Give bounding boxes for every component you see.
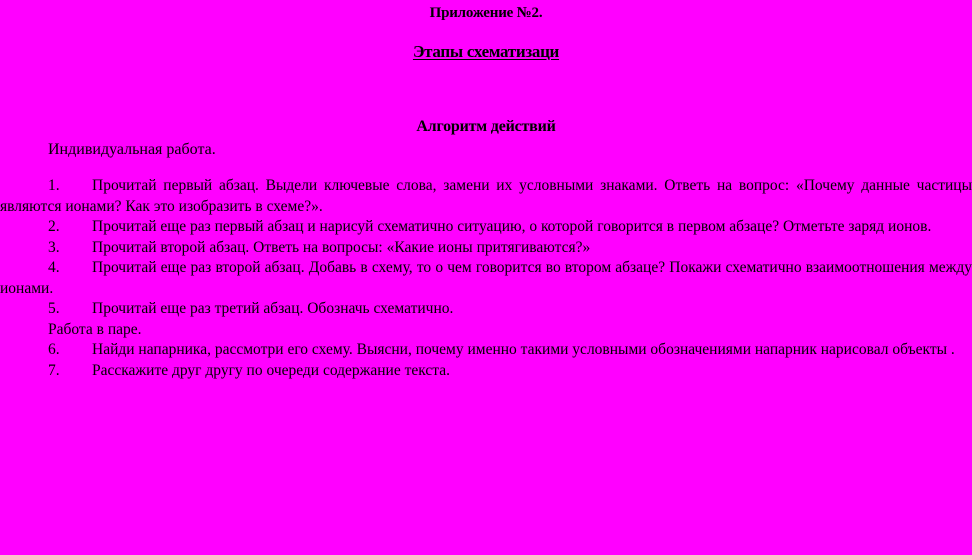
- list-item: 6. Найди напарника, рассмотри его схему.…: [0, 340, 972, 361]
- appendix-heading: Приложение №2.: [429, 5, 543, 21]
- list-item: 1. Прочитай первый абзац. Выдели ключевы…: [0, 176, 972, 217]
- list-item-text: Прочитай первый абзац. Выдели ключевые с…: [0, 177, 972, 215]
- stages-heading-wrapper: Этапы схематизаци: [0, 22, 972, 62]
- list-item-number: 6.: [48, 341, 60, 358]
- list-item: 7. Расскажите друг другу по очереди соде…: [0, 361, 972, 382]
- list-item-text: Прочитай еще раз третий абзац. Обозначь …: [92, 300, 454, 317]
- algorithm-heading: Алгоритм действий: [416, 118, 556, 135]
- list-item-number: 3.: [48, 238, 60, 256]
- list-item-text: Прочитай второй абзац. Ответь на вопросы…: [92, 238, 591, 256]
- list-item: 4. Прочитай еще раз второй абзац. Добавь…: [0, 258, 972, 299]
- individual-work-label: Индивидуальная работа.: [48, 141, 216, 158]
- body-block: Индивидуальная работа. 1. Прочитай первы…: [0, 136, 972, 381]
- list-item-text: Расскажите друг другу по очереди содержа…: [92, 361, 450, 379]
- list-item-number: 2.: [48, 218, 60, 235]
- list-item-number: 1.: [48, 177, 60, 194]
- list-item-number: 7.: [48, 361, 60, 379]
- list-item-number: 4.: [48, 259, 60, 276]
- list-item-number: 5.: [48, 300, 60, 317]
- list-item-text: Прочитай еще раз первый абзац и нарисуй …: [92, 218, 932, 235]
- pair-work-label: Работа в паре.: [48, 320, 142, 338]
- list-item: 3. Прочитай второй абзац. Ответь на вопр…: [0, 238, 972, 259]
- list-item: 2. Прочитай еще раз первый абзац и нарис…: [0, 217, 972, 238]
- list-item-text: Прочитай еще раз второй абзац. Добавь в …: [0, 259, 972, 297]
- list-item-text: Найди напарника, рассмотри его схему. Вы…: [92, 341, 955, 358]
- algorithm-steps-list: 1. Прочитай первый абзац. Выдели ключевы…: [0, 176, 972, 381]
- document-page: Приложение №2. Этапы схематизаци Алгорит…: [0, 0, 972, 555]
- list-item: 5. Прочитай еще раз третий абзац. Обозна…: [0, 299, 972, 320]
- stages-heading: Этапы схематизаци: [412, 42, 560, 61]
